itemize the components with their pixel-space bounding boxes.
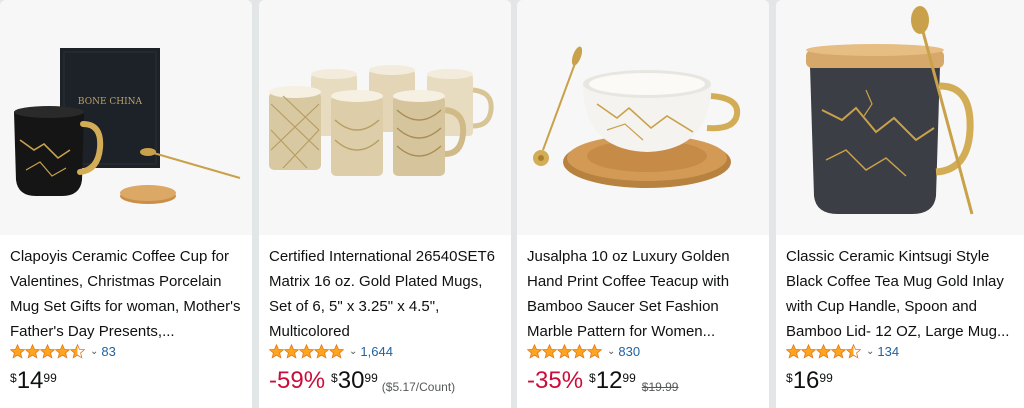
rating-row[interactable]: ⌄ 1,644	[269, 343, 393, 359]
star-icon	[25, 343, 40, 359]
star-icon	[801, 343, 816, 359]
star-icon	[10, 343, 25, 359]
list-price: $19.99	[641, 380, 679, 394]
box-label: BONE CHINA	[78, 97, 143, 107]
price-fraction: 99	[364, 371, 378, 385]
star-icon	[329, 343, 344, 359]
star-icon	[55, 343, 70, 359]
star-icon	[572, 343, 587, 359]
price-symbol: $	[10, 371, 17, 385]
product-image[interactable]: BONE CHINA	[0, 0, 252, 235]
star-icon	[269, 343, 284, 359]
price: $ 16 99	[786, 366, 833, 396]
price-symbol: $	[331, 371, 338, 385]
price-fraction: 99	[622, 371, 636, 385]
star-icon	[831, 343, 846, 359]
star-icon	[816, 343, 831, 359]
price-fraction: 99	[43, 371, 57, 385]
price-whole: 30	[337, 367, 365, 394]
price-fraction: 99	[819, 371, 833, 385]
product-image[interactable]	[517, 0, 769, 235]
product-card[interactable]: Jusalpha 10 oz Luxury Golden Hand Print …	[517, 0, 769, 408]
chevron-down-icon[interactable]: ⌄	[349, 346, 357, 357]
price-whole: 12	[595, 367, 623, 394]
product-card[interactable]: Classic Ceramic Kintsugi Style Black Cof…	[776, 0, 1024, 408]
product-card[interactable]: BONE CHINA Clapoyis Ceramic Coffee Cup f…	[0, 0, 252, 408]
price: -35% $ 12 99 $19.99	[527, 366, 678, 396]
star-icon	[314, 343, 329, 359]
star-rating	[527, 343, 602, 359]
review-count[interactable]: 134	[877, 344, 899, 359]
star-icon	[70, 343, 85, 359]
price: -59% $ 30 99 ($5.17/Count)	[269, 366, 455, 396]
unit-price: ($5.17/Count)	[381, 380, 456, 394]
star-icon	[284, 343, 299, 359]
review-count[interactable]: 830	[618, 344, 640, 359]
product-title[interactable]: Clapoyis Ceramic Coffee Cup for Valentin…	[10, 244, 246, 344]
discount-badge: -35%	[527, 367, 584, 394]
rating-row[interactable]: ⌄ 134	[786, 343, 899, 359]
chevron-down-icon[interactable]: ⌄	[866, 346, 874, 357]
product-card[interactable]: Certified International 26540SET6 Matrix…	[259, 0, 511, 408]
star-icon	[527, 343, 542, 359]
product-image[interactable]	[776, 0, 1024, 235]
chevron-down-icon[interactable]: ⌄	[607, 346, 615, 357]
product-title[interactable]: Jusalpha 10 oz Luxury Golden Hand Print …	[527, 244, 763, 344]
chevron-down-icon[interactable]: ⌄	[90, 346, 98, 357]
star-rating	[10, 343, 85, 359]
product-image[interactable]	[259, 0, 511, 235]
star-icon	[587, 343, 602, 359]
price-symbol: $	[786, 371, 793, 385]
rating-row[interactable]: ⌄ 83	[10, 343, 116, 359]
star-icon	[846, 343, 861, 359]
rating-row[interactable]: ⌄ 830	[527, 343, 640, 359]
star-rating	[786, 343, 861, 359]
star-icon	[557, 343, 572, 359]
price: $ 14 99	[10, 366, 57, 396]
star-icon	[786, 343, 801, 359]
star-rating	[269, 343, 344, 359]
star-icon	[40, 343, 55, 359]
price-whole: 16	[792, 367, 820, 394]
price-whole: 14	[16, 367, 44, 394]
star-icon	[299, 343, 314, 359]
price-symbol: $	[589, 371, 596, 385]
review-count[interactable]: 1,644	[360, 344, 393, 359]
product-title[interactable]: Classic Ceramic Kintsugi Style Black Cof…	[786, 244, 1022, 344]
discount-badge: -59%	[269, 367, 326, 394]
star-icon	[542, 343, 557, 359]
review-count[interactable]: 83	[101, 344, 115, 359]
product-title[interactable]: Certified International 26540SET6 Matrix…	[269, 244, 505, 344]
